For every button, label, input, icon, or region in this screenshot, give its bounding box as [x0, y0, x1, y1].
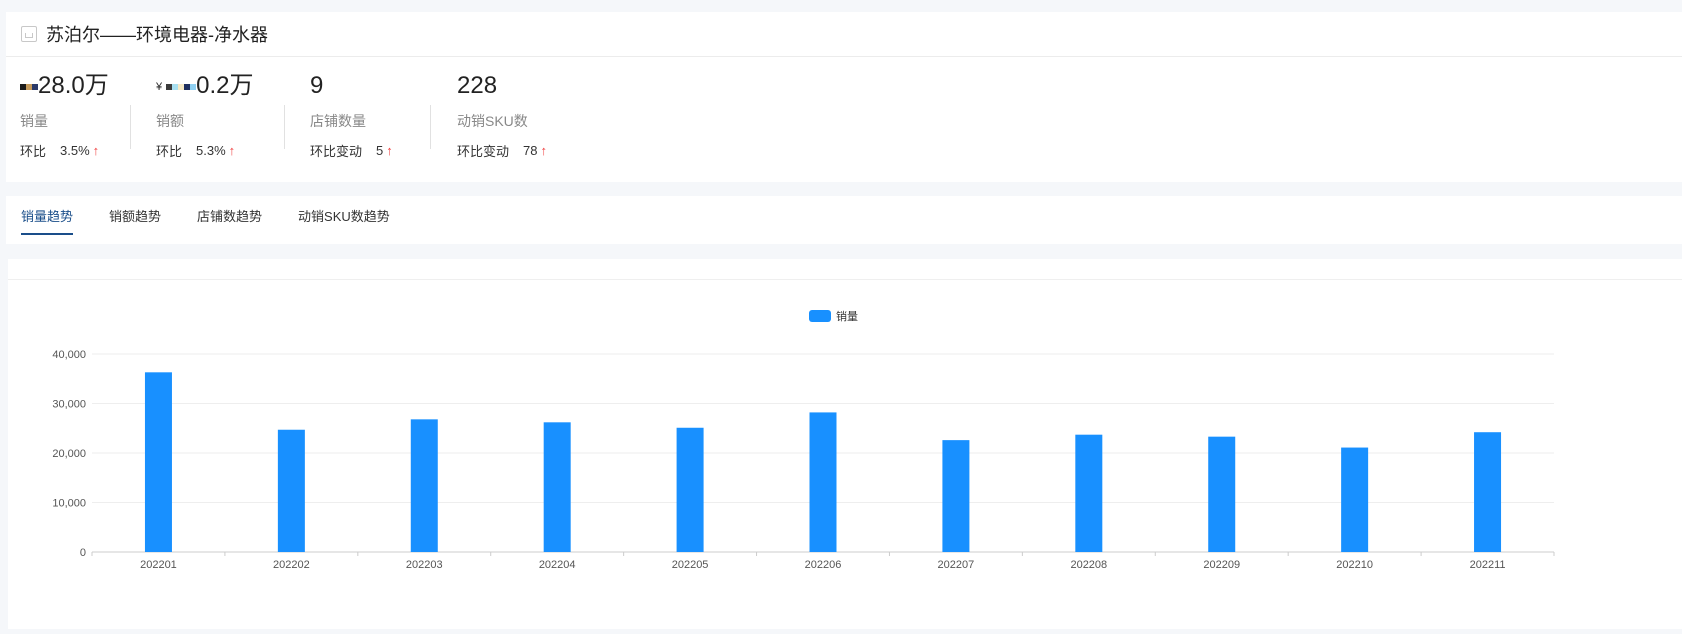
tab-sales-volume-trend[interactable]: 销量趋势 [21, 206, 74, 235]
metrics-row: 28.0万 销量 环比 3.5% ↑ ¥0.2万 销额 环比 5.3% ↑ 9 … [6, 57, 1682, 160]
arrow-up-icon: ↑ [540, 143, 547, 158]
shop-icon [21, 26, 37, 42]
x-tick-label: 202211 [1470, 559, 1506, 571]
y-tick-label: 30,000 [52, 399, 86, 411]
bar [410, 419, 438, 552]
metric-change: 环比 5.3% ↑ [156, 143, 236, 159]
tab-sku-count-trend[interactable]: 动销SKU数趋势 [298, 206, 390, 233]
arrow-up-icon: ↑ [228, 143, 236, 158]
legend-label: 销量 [836, 309, 858, 323]
metric-value: ¥0.2万 [156, 72, 254, 99]
chart-card-header [8, 259, 1682, 280]
metric-sales-amount: ¥0.2万 销额 环比 5.3% ↑ [131, 71, 284, 160]
y-tick-label: 20,000 [52, 448, 86, 460]
bar-chart: 0 10,000 20,000 30,000 40,000 202201 202202 202… [52, 309, 1555, 571]
trend-tabs: 销量趋势 销额趋势 店铺数趋势 动销SKU数趋势 [6, 196, 1682, 244]
metric-store-count: 9 店铺数量 环比变动 5 ↑ [285, 71, 430, 160]
x-tick-label: 202201 [140, 559, 177, 571]
bar [1208, 436, 1236, 552]
x-tick-label: 202205 [672, 559, 709, 571]
legend-swatch [809, 310, 831, 322]
metric-value: 28.0万 [20, 71, 130, 101]
x-tick-label: 202206 [805, 559, 842, 571]
metric-sku-count: 228 动销SKU数 环比变动 78 ↑ [431, 71, 597, 160]
y-tick-label: 0 [80, 547, 86, 559]
x-tick-label: 202204 [539, 559, 576, 571]
x-tick-label: 202203 [406, 559, 443, 571]
metric-label: 销额 [156, 113, 184, 129]
metric-value: 228 [457, 72, 498, 99]
summary-card: 苏泊尔——环境电器-净水器 28.0万 销量 环比 3.5% ↑ ¥0.2万 销… [6, 12, 1682, 182]
bar [1474, 432, 1502, 552]
metric-label: 销量 [20, 113, 48, 129]
bar [1341, 447, 1369, 552]
bar [1075, 434, 1103, 552]
x-tick-label: 202202 [273, 559, 310, 571]
tab-store-count-trend[interactable]: 店铺数趋势 [197, 206, 262, 233]
metric-change: 环比 3.5% ↑ [20, 143, 100, 159]
metric-label: 动销SKU数 [457, 113, 528, 129]
y-tick-label: 10,000 [52, 498, 86, 510]
metric-label: 店铺数量 [310, 113, 366, 129]
tab-sales-amount-trend[interactable]: 销额趋势 [109, 206, 161, 233]
bar [809, 412, 837, 552]
bar [277, 429, 305, 552]
x-tick-label: 202207 [938, 559, 975, 571]
metric-value: 9 [310, 72, 324, 99]
y-tick-label: 40,000 [52, 349, 86, 361]
bar [543, 422, 571, 552]
metric-change: 环比变动 5 ↑ [310, 143, 393, 159]
x-tick-label: 202208 [1070, 559, 1107, 571]
bar [942, 440, 970, 552]
chart-card: 0 10,000 20,000 30,000 40,000 202201 202202 202… [8, 259, 1682, 629]
bar [144, 372, 172, 552]
x-tick-label: 202210 [1336, 559, 1373, 571]
metric-sales-volume: 28.0万 销量 环比 3.5% ↑ [20, 71, 130, 160]
bar [676, 427, 704, 552]
arrow-up-icon: ↑ [386, 143, 393, 158]
metric-change: 环比变动 78 ↑ [457, 143, 547, 159]
x-tick-label: 202209 [1203, 559, 1240, 571]
page-title: 苏泊尔——环境电器-净水器 [46, 25, 268, 45]
title-row: 苏泊尔——环境电器-净水器 [6, 12, 1682, 57]
arrow-up-icon: ↑ [92, 143, 100, 158]
